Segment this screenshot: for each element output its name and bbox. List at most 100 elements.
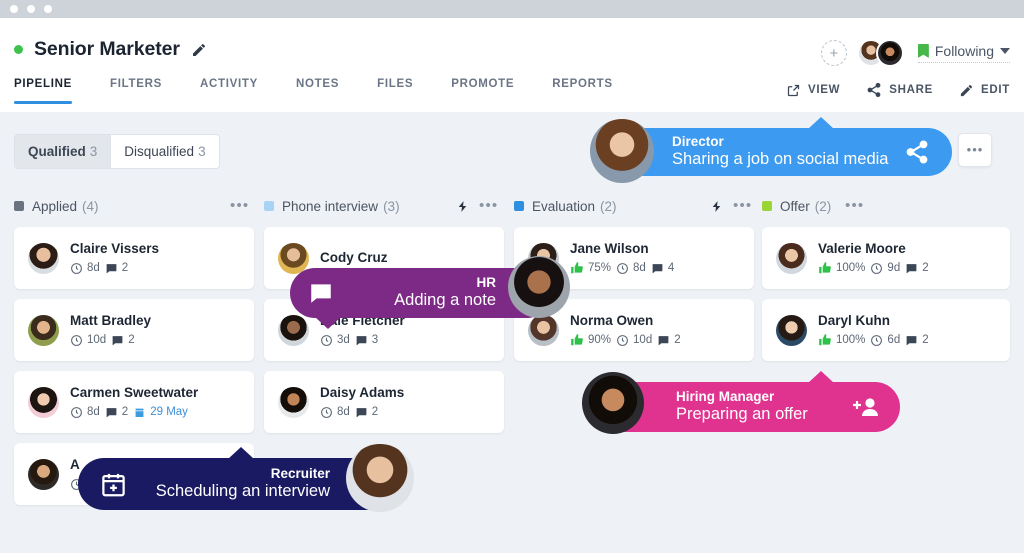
candidate-name: Daisy Adams: [320, 385, 405, 401]
clock-icon: [617, 263, 628, 274]
callout-recruiter: Recruiter Scheduling an interview: [78, 444, 414, 512]
stage-menu-icon[interactable]: •••: [845, 198, 864, 213]
share-icon: [867, 82, 881, 98]
days-in-stage: 8d: [70, 406, 100, 419]
stage-label: Applied: [32, 198, 78, 214]
clock-icon: [321, 335, 332, 346]
callout-tail: [808, 117, 834, 129]
maximize-icon[interactable]: [44, 5, 52, 13]
stage-color-swatch: [762, 201, 772, 211]
candidate-name: Carmen Sweetwater: [70, 385, 199, 401]
comment-count: 2: [905, 262, 929, 275]
days-in-stage: 8d: [70, 262, 100, 275]
add-user-icon: [853, 398, 878, 416]
stage-menu-icon[interactable]: •••: [479, 198, 498, 213]
comment-count: 2: [657, 334, 681, 347]
callout-role: Director: [672, 134, 724, 150]
match-score: 100%: [818, 261, 865, 275]
tab-promote[interactable]: PROMOTE: [432, 78, 533, 104]
qualification-filter-tabs[interactable]: Qualified 3 Disqualified 3: [14, 134, 220, 169]
collaborator-avatars[interactable]: [856, 39, 904, 67]
add-collaborator-button[interactable]: +: [820, 40, 847, 66]
share-button[interactable]: SHARE: [866, 82, 933, 98]
clock-icon: [71, 407, 82, 418]
callout-action: Adding a note: [394, 291, 496, 310]
stage-tools-offer[interactable]: •••: [845, 195, 864, 217]
board-options-button[interactable]: •••: [958, 133, 992, 167]
stage-menu-icon[interactable]: •••: [733, 198, 752, 213]
candidate-card[interactable]: Matt Bradley 10d 2: [14, 299, 254, 361]
job-title-row: Senior Marketer: [14, 38, 207, 61]
stage-menu-icon[interactable]: •••: [230, 198, 249, 213]
tab-reports[interactable]: REPORTS: [533, 78, 632, 104]
stage-count: (3): [383, 198, 400, 214]
comment-icon: [112, 336, 123, 346]
tab-files[interactable]: FILES: [358, 78, 432, 104]
stage-column-offer: Valerie Moore 100% 9d 2 Daryl Kuhn 100% …: [762, 227, 1010, 371]
callout-avatar: [590, 119, 654, 183]
comment-count: 4: [651, 262, 674, 275]
candidate-card[interactable]: Daisy Adams 8d 2: [264, 371, 504, 433]
comment-icon: [356, 408, 367, 418]
clock-icon: [871, 335, 883, 346]
stage-count: (2): [814, 198, 832, 214]
thumbs-up-icon: [571, 334, 583, 346]
comment-count: 2: [105, 262, 128, 275]
stage-label: Phone interview: [282, 198, 379, 214]
callout-action: Preparing an offer: [676, 405, 808, 424]
window-controls[interactable]: [10, 5, 52, 13]
candidate-card[interactable]: Claire Vissers 8d 2: [14, 227, 254, 289]
tab-pipeline[interactable]: PIPELINE: [14, 78, 91, 104]
avatar: [28, 458, 59, 490]
view-button[interactable]: VIEW: [786, 83, 840, 98]
chevron-down-icon: [1000, 48, 1010, 54]
minimize-icon[interactable]: [27, 5, 35, 13]
tab-qualified[interactable]: Qualified 3: [15, 135, 111, 168]
avatar: [278, 314, 309, 346]
callout-role: Recruiter: [270, 466, 330, 482]
candidate-name: Claire Vissers: [70, 241, 160, 257]
candidate-name: Valerie Moore: [818, 240, 906, 256]
stage-tools-evaluation[interactable]: •••: [710, 195, 752, 217]
stage-column-phone-interview: Cody Cruz Dale Fletcher 3d 3 Daisy Adams: [264, 227, 504, 443]
stage-label: Evaluation: [532, 198, 596, 214]
candidate-name: Cody Cruz: [320, 249, 388, 265]
app-header: Senior Marketer PIPELINE FILTERS ACTIVIT…: [0, 18, 1024, 112]
avatar: [776, 314, 807, 346]
tab-notes[interactable]: NOTES: [277, 78, 358, 104]
header-action-bar: VIEW SHARE EDIT: [786, 82, 1010, 98]
tab-disqualified[interactable]: Disqualified 3: [110, 135, 219, 168]
stage-color-swatch: [14, 201, 24, 211]
tab-activity[interactable]: ACTIVITY: [181, 78, 277, 104]
comment-icon: [906, 264, 917, 274]
following-dropdown[interactable]: Following: [917, 43, 1010, 63]
clock-icon: [321, 407, 332, 418]
stage-tools-phone-interview[interactable]: •••: [456, 195, 498, 217]
stage-color-swatch: [514, 201, 524, 211]
edit-button[interactable]: EDIT: [959, 83, 1010, 98]
callout-hr: HR Adding a note: [290, 256, 570, 329]
comment-icon: [106, 408, 117, 418]
candidate-card[interactable]: Daryl Kuhn 100% 6d 2: [762, 299, 1010, 361]
avatar[interactable]: [875, 39, 904, 67]
thumbs-up-icon: [571, 262, 583, 274]
window-titlebar: [0, 0, 1024, 18]
edit-title-pencil-icon[interactable]: [191, 42, 207, 58]
callout-director: Director Sharing a job on social media: [590, 117, 952, 183]
callout-action: Scheduling an interview: [155, 482, 330, 501]
stage-tools-applied[interactable]: •••: [230, 195, 249, 217]
candidate-card[interactable]: Carmen Sweetwater 8d 2 29 May: [14, 371, 254, 433]
stage-header-evaluation: Evaluation (2): [514, 195, 617, 217]
callout-hiring-manager: Hiring Manager Preparing an offer: [582, 371, 900, 434]
close-icon[interactable]: [10, 5, 18, 13]
days-in-stage: 10d: [70, 334, 106, 347]
following-label: Following: [934, 43, 994, 59]
candidate-meta: 8d 2: [70, 262, 159, 275]
status-dot-icon: [14, 45, 23, 54]
main-nav[interactable]: PIPELINE FILTERS ACTIVITY NOTES FILES PR…: [14, 78, 632, 104]
comment-icon: [311, 284, 331, 303]
calendar-add-icon: [102, 473, 125, 496]
days-in-stage: 6d: [870, 334, 900, 347]
tab-filters[interactable]: FILTERS: [91, 78, 181, 104]
candidate-card[interactable]: Valerie Moore 100% 9d 2: [762, 227, 1010, 289]
